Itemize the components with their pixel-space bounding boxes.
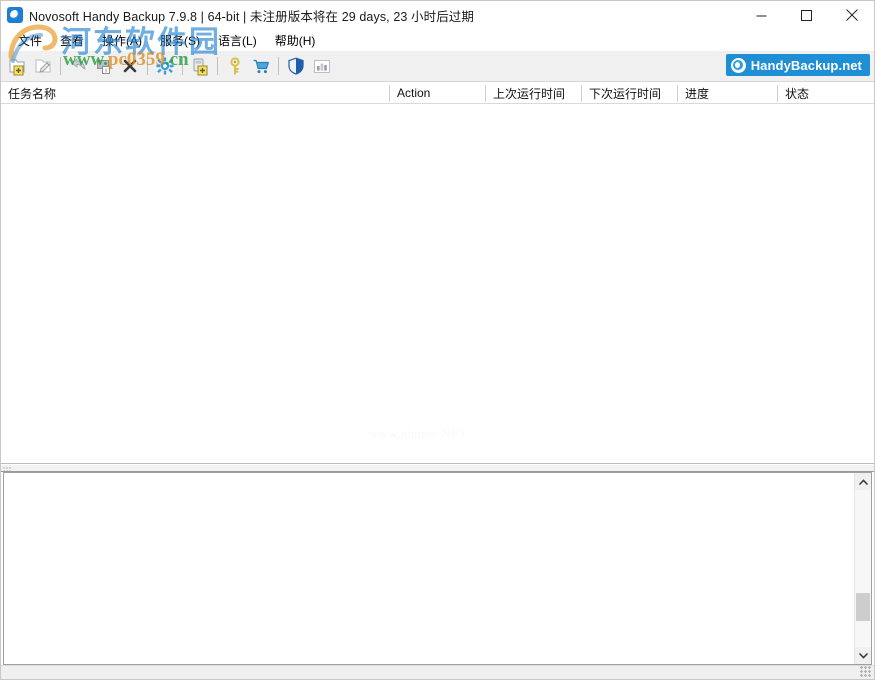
toolbar-separator: [182, 57, 183, 75]
task-list-header: 任务名称 Action 上次运行时间 下次运行时间 进度 状态: [1, 83, 874, 104]
cart-icon: [251, 56, 271, 76]
chevron-up-icon: [859, 479, 868, 485]
column-header-action[interactable]: Action: [390, 83, 485, 103]
add-backup-button[interactable]: [187, 53, 213, 79]
run-task-button[interactable]: [65, 53, 91, 79]
menu-item-file[interactable]: 文件: [9, 30, 51, 51]
gear-icon: [155, 56, 175, 76]
title-bar: Novosoft Handy Backup 7.9.8 | 64-bit | 未…: [1, 1, 874, 29]
chevron-down-icon: [859, 653, 868, 659]
handybackup-logo-button[interactable]: HandyBackup.net: [726, 54, 870, 76]
application-window: Novosoft Handy Backup 7.9.8 | 64-bit | 未…: [0, 0, 875, 680]
column-header-status[interactable]: 状态: [778, 83, 874, 103]
delete-x-icon: [120, 56, 140, 76]
log-panel[interactable]: [3, 472, 872, 665]
column-header-task-name[interactable]: 任务名称: [1, 83, 389, 103]
settings-button[interactable]: [152, 53, 178, 79]
menu-item-language[interactable]: 语言(L): [209, 30, 266, 51]
task-info-button[interactable]: i: [91, 53, 117, 79]
menu-bar: 文件 查看 操作(A) 服务(S) 语言(L) 帮助(H): [1, 29, 874, 51]
scrollbar-thumb[interactable]: [856, 593, 870, 621]
log-vertical-scrollbar[interactable]: [854, 473, 871, 664]
column-header-last-run[interactable]: 上次运行时间: [486, 83, 581, 103]
minimize-icon: [756, 10, 767, 21]
run-back-arrow-icon: [68, 56, 88, 76]
panel-splitter[interactable]: [1, 464, 874, 472]
app-lens-icon: [7, 7, 23, 23]
toolbar-separator: [147, 57, 148, 75]
chart-icon: [312, 56, 332, 76]
new-task-button[interactable]: [4, 53, 30, 79]
key-icon: [225, 56, 245, 76]
protection-button[interactable]: [283, 53, 309, 79]
close-icon: [846, 9, 858, 21]
column-header-next-run[interactable]: 下次运行时间: [582, 83, 677, 103]
edit-task-button[interactable]: [30, 53, 56, 79]
maximize-icon: [801, 10, 812, 21]
add-drive-icon: [190, 56, 210, 76]
task-info-icon: i: [94, 56, 114, 76]
status-bar: [1, 665, 874, 679]
task-list-body[interactable]: www.ghome.NET: [1, 104, 874, 464]
handybackup-lens-icon: [731, 58, 746, 73]
edit-task-icon: [33, 56, 53, 76]
resize-grip-icon[interactable]: [860, 666, 872, 678]
toolbar-separator: [60, 57, 61, 75]
new-task-icon: [7, 56, 27, 76]
maximize-button[interactable]: [784, 1, 829, 29]
toolbar-separator: [217, 57, 218, 75]
scrollbar-track[interactable]: [855, 490, 871, 647]
menu-item-action[interactable]: 操作(A): [93, 30, 151, 51]
delete-task-button[interactable]: [117, 53, 143, 79]
svg-text:i: i: [105, 68, 106, 74]
handybackup-logo-label: HandyBackup.net: [751, 58, 862, 73]
scroll-down-button[interactable]: [855, 647, 871, 664]
list-empty-watermark: www.ghome.NET: [369, 426, 467, 442]
window-title: Novosoft Handy Backup 7.9.8 | 64-bit | 未…: [29, 6, 474, 25]
key-button[interactable]: [222, 53, 248, 79]
report-button[interactable]: [309, 53, 335, 79]
column-header-progress[interactable]: 进度: [678, 83, 777, 103]
menu-item-help[interactable]: 帮助(H): [266, 30, 325, 51]
shop-button[interactable]: [248, 53, 274, 79]
menu-item-service[interactable]: 服务(S): [151, 30, 209, 51]
minimize-button[interactable]: [739, 1, 784, 29]
shield-icon: [286, 56, 306, 76]
toolbar-separator: [278, 57, 279, 75]
splitter-grip-icon: [3, 467, 11, 471]
scroll-up-button[interactable]: [855, 473, 871, 490]
close-button[interactable]: [829, 1, 874, 29]
menu-item-view[interactable]: 查看: [51, 30, 93, 51]
window-controls: [739, 1, 874, 29]
toolbar: i: [1, 51, 874, 82]
